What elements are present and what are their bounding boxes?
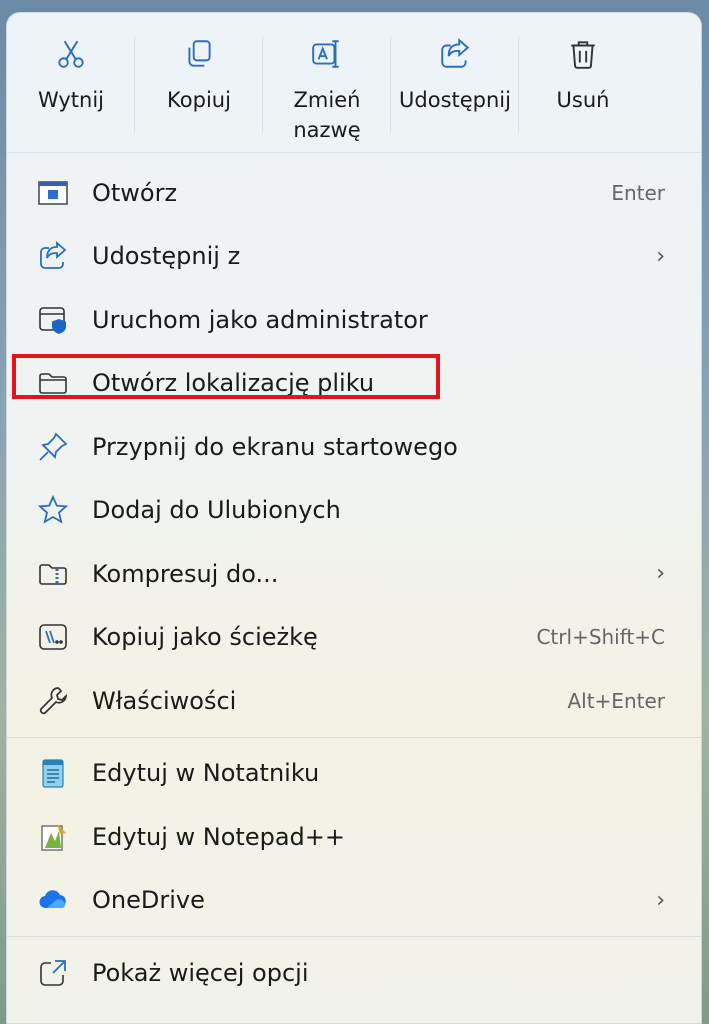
- quick-actions-toolbar: Wytnij Kopiuj Zmień nazwę Udostępnij Usu…: [7, 13, 701, 153]
- menu-items: Otwórz Enter Udostępnij z › Uruchom jako…: [7, 153, 701, 1005]
- menu-item-shortcut: Ctrl+Shift+C: [536, 625, 665, 650]
- menu-item-open-file-location[interactable]: Otwórz lokalizację pliku: [7, 352, 701, 416]
- shield-window-icon: [35, 302, 71, 338]
- share-icon: [35, 238, 71, 274]
- delete-button[interactable]: Usuń: [519, 27, 647, 152]
- rename-label: Zmień nazwę: [293, 88, 361, 142]
- scissors-icon: [58, 40, 84, 68]
- notepad-icon: [35, 755, 71, 791]
- divider: [7, 736, 701, 738]
- menu-item-shortcut: Alt+Enter: [567, 688, 665, 713]
- menu-item-pin-start[interactable]: Przypnij do ekranu startowego: [7, 415, 701, 479]
- menu-item-label: OneDrive: [92, 886, 205, 915]
- menu-item-label: Kompresuj do...: [92, 559, 279, 588]
- menu-item-compress[interactable]: Kompresuj do... ›: [7, 542, 701, 606]
- menu-item-label: Właściwości: [92, 686, 237, 715]
- rename-button[interactable]: Zmień nazwę: [263, 27, 391, 152]
- share-label: Udostępnij: [399, 88, 511, 112]
- divider: [7, 936, 701, 937]
- zip-folder-icon: [35, 556, 71, 592]
- more-options-icon: [35, 955, 71, 991]
- menu-item-edit-notepadpp[interactable]: Edytuj w Notepad++: [7, 805, 701, 869]
- menu-item-label: Udostępnij z: [92, 242, 241, 271]
- menu-item-label: Dodaj do Ulubionych: [92, 496, 341, 525]
- trash-icon: [571, 41, 595, 69]
- share-icon: [441, 38, 470, 68]
- chevron-right-icon: ›: [656, 561, 665, 587]
- pin-icon: [35, 429, 71, 465]
- cut-button[interactable]: Wytnij: [7, 27, 135, 152]
- menu-item-onedrive[interactable]: OneDrive ›: [7, 869, 701, 933]
- chevron-right-icon: ›: [656, 243, 665, 269]
- context-menu: Wytnij Kopiuj Zmień nazwę Udostępnij Usu…: [6, 12, 702, 1024]
- notepadpp-icon: [35, 819, 71, 855]
- chevron-right-icon: ›: [656, 887, 665, 913]
- menu-item-properties[interactable]: Właściwości Alt+Enter: [7, 669, 701, 733]
- wrench-icon: [35, 683, 71, 719]
- delete-label: Usuń: [556, 88, 610, 112]
- menu-item-copy-path[interactable]: Kopiuj jako ścieżkę Ctrl+Shift+C: [7, 606, 701, 670]
- star-icon: [35, 492, 71, 528]
- menu-item-shortcut: Enter: [611, 180, 665, 205]
- menu-item-label: Kopiuj jako ścieżkę: [92, 623, 318, 652]
- menu-item-show-more-options[interactable]: Pokaż więcej opcji: [7, 941, 701, 1005]
- menu-item-label: Pokaż więcej opcji: [92, 958, 309, 987]
- share-button[interactable]: Udostępnij: [391, 27, 519, 152]
- copy-path-icon: [35, 619, 71, 655]
- copy-button[interactable]: Kopiuj: [135, 27, 263, 152]
- menu-item-run-as-admin[interactable]: Uruchom jako administrator: [7, 288, 701, 352]
- copy-icon: [188, 40, 211, 67]
- folder-icon: [35, 365, 71, 401]
- menu-item-add-favorites[interactable]: Dodaj do Ulubionych: [7, 479, 701, 543]
- rename-icon: [312, 40, 339, 68]
- cut-label: Wytnij: [37, 88, 105, 112]
- open-app-icon: [35, 175, 71, 211]
- menu-item-label: Przypnij do ekranu startowego: [92, 432, 458, 461]
- menu-item-label: Uruchom jako administrator: [92, 305, 428, 334]
- menu-item-open[interactable]: Otwórz Enter: [7, 161, 701, 225]
- menu-item-label: Otwórz: [92, 178, 178, 207]
- onedrive-icon: [35, 882, 71, 918]
- copy-label: Kopiuj: [167, 88, 231, 112]
- menu-item-label: Edytuj w Notepad++: [92, 822, 345, 851]
- menu-item-edit-notepad[interactable]: Edytuj w Notatniku: [7, 742, 701, 806]
- menu-item-label: Otwórz lokalizację pliku: [92, 369, 375, 398]
- menu-item-share-with[interactable]: Udostępnij z ›: [7, 225, 701, 289]
- menu-item-label: Edytuj w Notatniku: [92, 759, 320, 788]
